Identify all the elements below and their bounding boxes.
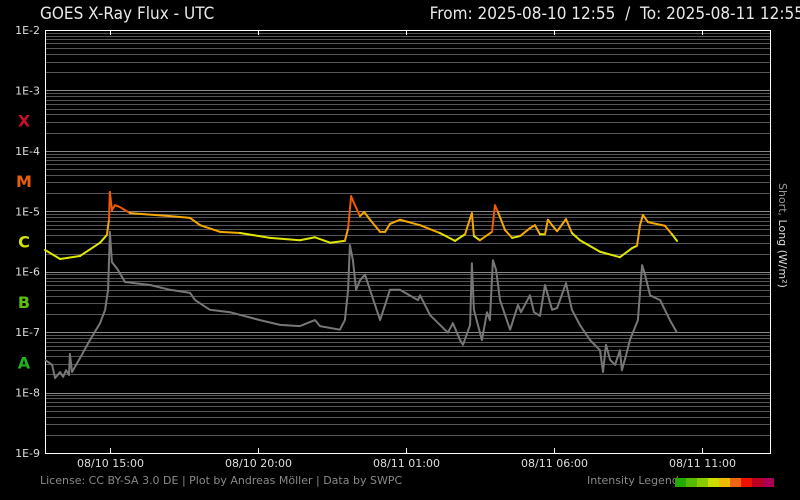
flare-class-x: X [18,112,31,131]
x-tick-label: 08/10 15:00 [77,457,144,470]
intensity-legend-label: Intensity Legend [587,474,679,487]
x-tick-label: 08/11 11:00 [669,457,736,470]
short-flux-segment [491,204,496,233]
legend-swatch [763,478,774,487]
short-flux-segment [493,204,499,213]
flux-chart: 1E-2 1E-3 1E-4 1E-5 1E-6 1E-7 1E-8 1E-9 X M C B A 08/… [15,24,771,470]
x-tick-label: 08/10 20:00 [225,457,292,470]
legend-swatch [752,478,763,487]
short-flux-segment [298,236,316,242]
legend-swatch [730,478,741,487]
short-flux-segment [639,213,644,227]
y-tick-label: 1E-6 [15,266,40,279]
short-flux-segment [347,195,353,230]
y-label-long: Long (W/m²) [776,216,789,288]
short-flux-segment [363,210,372,221]
y-tick-label: 1E-7 [15,326,40,339]
short-flux-segment [472,235,481,242]
short-flux-segment [59,255,81,261]
short-flux-segment [546,218,554,227]
short-flux-segment [343,227,350,242]
flare-class-a: A [18,353,31,372]
x-tick-label: 08/11 01:00 [373,457,440,470]
short-flux-segment [570,232,581,242]
short-flux-segment [218,230,242,235]
y-tick-label: 1E-4 [15,145,40,158]
y-tick-label: 1E-9 [15,447,40,460]
short-flux-segment [99,233,108,244]
short-flux-segment [663,224,673,236]
short-flux-segment [105,218,110,236]
short-flux-segment [551,224,559,233]
short-flux-segment [504,229,514,239]
short-flux-segment [511,235,522,239]
license-text: License: CC BY-SA 3.0 DE | Plot by Andre… [40,474,403,487]
y-tick-label: 1E-3 [15,84,40,97]
short-flux-segment [464,212,473,236]
legend-swatch [741,478,752,487]
short-flux-segment [438,232,456,242]
short-flux-segment [478,230,493,242]
legend-swatch [719,478,730,487]
short-flux-segment [313,236,332,244]
short-flux-segment [618,247,634,259]
short-flux-segment [329,239,346,244]
legend-swatch [686,478,697,487]
y-label-short: Short, [776,183,789,217]
legend-swatch [708,478,719,487]
short-flux-segment [199,224,221,233]
short-flux-segment [470,212,475,238]
y-axis-label: Short, Long (W/m²) [776,183,789,288]
short-flux-segment [398,218,422,227]
x-tick-label: 08/11 06:00 [521,457,588,470]
y-tick-label: 1E-5 [15,205,40,218]
flare-class-b: B [18,293,30,312]
legend-swatch [675,478,686,487]
short-flux-segment [269,236,301,242]
legend-swatch [697,478,708,487]
short-flux-segment [578,239,602,253]
y-tick-label: 1E-8 [15,387,40,400]
intensity-legend [675,478,774,487]
flare-class-m: M [16,172,32,191]
short-flux-segment [118,206,131,215]
flare-class-c: C [18,233,30,252]
y-tick-label: 1E-2 [15,24,40,37]
